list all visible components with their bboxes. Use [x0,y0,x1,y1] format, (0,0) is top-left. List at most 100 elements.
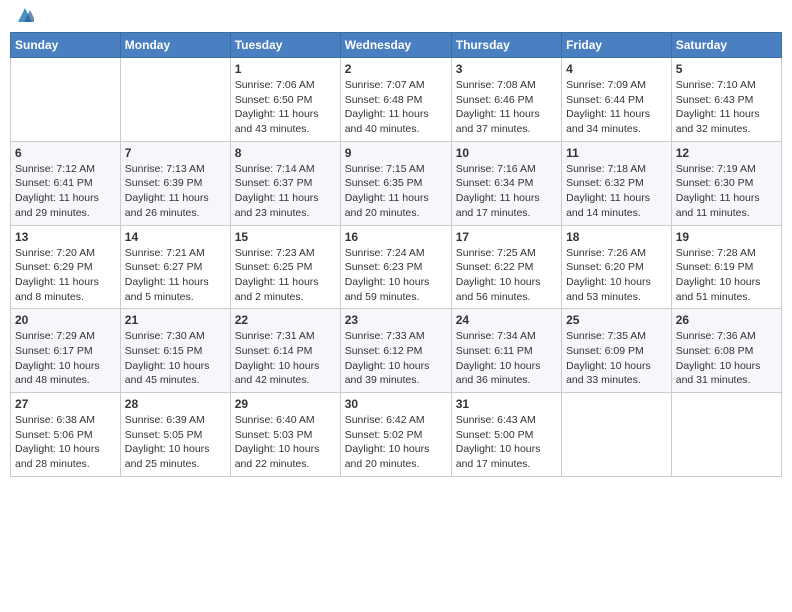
day-header-friday: Friday [562,33,672,58]
calendar-cell: 29 Sunrise: 6:40 AM Sunset: 5:03 PM Dayli… [230,393,340,477]
day-number: 14 [125,230,226,244]
calendar-cell: 13 Sunrise: 7:20 AM Sunset: 6:29 PM Dayli… [11,225,121,309]
day-info: Sunrise: 6:39 AM Sunset: 5:05 PM Dayligh… [125,413,226,472]
day-number: 4 [566,62,667,76]
day-info: Sunrise: 6:42 AM Sunset: 5:02 PM Dayligh… [345,413,447,472]
day-info: Sunrise: 7:09 AM Sunset: 6:44 PM Dayligh… [566,78,667,137]
calendar-cell: 15 Sunrise: 7:23 AM Sunset: 6:25 PM Dayli… [230,225,340,309]
day-number: 15 [235,230,336,244]
day-number: 13 [15,230,116,244]
day-info: Sunrise: 7:10 AM Sunset: 6:43 PM Dayligh… [676,78,777,137]
calendar-cell: 21Sunrise: 7:30 AM Sunset: 6:15 PM Dayli… [120,309,230,393]
day-info: Sunrise: 7:13 AM Sunset: 6:39 PM Dayligh… [125,162,226,221]
day-number: 2 [345,62,447,76]
day-number: 16 [345,230,447,244]
day-header-monday: Monday [120,33,230,58]
day-number: 20 [15,313,116,327]
calendar-cell [11,58,121,142]
calendar-cell: 20 Sunrise: 7:29 AM Sunset: 6:17 PM Dayli… [11,309,121,393]
day-number: 7 [125,146,226,160]
day-number: 26 [676,313,777,327]
day-info: Sunrise: 7:24 AM Sunset: 6:23 PM Dayligh… [345,246,447,305]
day-info: Sunrise: 7:26 AM Sunset: 6:20 PM Dayligh… [566,246,667,305]
calendar-header-row: SundayMondayTuesdayWednesdayThursdayFrid… [11,33,782,58]
day-number: 19 [676,230,777,244]
calendar-cell: 25Sunrise: 7:35 AM Sunset: 6:09 PM Dayli… [562,309,672,393]
day-number: 11 [566,146,667,160]
day-header-wednesday: Wednesday [340,33,451,58]
day-info: Sunrise: 7:15 AM Sunset: 6:35 PM Dayligh… [345,162,447,221]
day-number: 3 [456,62,557,76]
day-number: 10 [456,146,557,160]
calendar-week-1: 1 Sunrise: 7:06 AM Sunset: 6:50 PM Daylig… [11,58,782,142]
day-number: 12 [676,146,777,160]
calendar-cell: 10 Sunrise: 7:16 AM Sunset: 6:34 PM Dayli… [451,141,561,225]
day-info: Sunrise: 7:12 AM Sunset: 6:41 PM Dayligh… [15,162,116,221]
day-info: Sunrise: 7:29 AM Sunset: 6:17 PM Dayligh… [15,329,116,388]
calendar-cell: 1 Sunrise: 7:06 AM Sunset: 6:50 PM Daylig… [230,58,340,142]
calendar-week-3: 13 Sunrise: 7:20 AM Sunset: 6:29 PM Dayli… [11,225,782,309]
day-info: Sunrise: 7:20 AM Sunset: 6:29 PM Dayligh… [15,246,116,305]
calendar-cell: 28 Sunrise: 6:39 AM Sunset: 5:05 PM Dayli… [120,393,230,477]
calendar-cell: 17 Sunrise: 7:25 AM Sunset: 6:22 PM Dayli… [451,225,561,309]
day-number: 29 [235,397,336,411]
day-info: Sunrise: 7:21 AM Sunset: 6:27 PM Dayligh… [125,246,226,305]
calendar-week-4: 20 Sunrise: 7:29 AM Sunset: 6:17 PM Dayli… [11,309,782,393]
calendar-cell: 8 Sunrise: 7:14 AM Sunset: 6:37 PM Daylig… [230,141,340,225]
day-number: 6 [15,146,116,160]
day-info: Sunrise: 7:07 AM Sunset: 6:48 PM Dayligh… [345,78,447,137]
day-number: 27 [15,397,116,411]
day-number: 9 [345,146,447,160]
calendar-cell: 7 Sunrise: 7:13 AM Sunset: 6:39 PM Daylig… [120,141,230,225]
calendar-cell: 30 Sunrise: 6:42 AM Sunset: 5:02 PM Dayli… [340,393,451,477]
day-info: Sunrise: 7:06 AM Sunset: 6:50 PM Dayligh… [235,78,336,137]
day-number: 8 [235,146,336,160]
calendar-cell: 12 Sunrise: 7:19 AM Sunset: 6:30 PM Dayli… [671,141,781,225]
day-info: Sunrise: 7:19 AM Sunset: 6:30 PM Dayligh… [676,162,777,221]
calendar-cell: 19Sunrise: 7:28 AM Sunset: 6:19 PM Dayli… [671,225,781,309]
calendar-cell: 2 Sunrise: 7:07 AM Sunset: 6:48 PM Daylig… [340,58,451,142]
day-info: Sunrise: 7:18 AM Sunset: 6:32 PM Dayligh… [566,162,667,221]
day-number: 30 [345,397,447,411]
calendar-week-5: 27 Sunrise: 6:38 AM Sunset: 5:06 PM Dayli… [11,393,782,477]
calendar-cell: 5Sunrise: 7:10 AM Sunset: 6:43 PM Daylig… [671,58,781,142]
day-info: Sunrise: 7:36 AM Sunset: 6:08 PM Dayligh… [676,329,777,388]
calendar-cell: 27 Sunrise: 6:38 AM Sunset: 5:06 PM Dayli… [11,393,121,477]
calendar-cell: 31 Sunrise: 6:43 AM Sunset: 5:00 PM Dayli… [451,393,561,477]
day-info: Sunrise: 7:23 AM Sunset: 6:25 PM Dayligh… [235,246,336,305]
day-info: Sunrise: 7:31 AM Sunset: 6:14 PM Dayligh… [235,329,336,388]
day-header-saturday: Saturday [671,33,781,58]
calendar-cell: 11 Sunrise: 7:18 AM Sunset: 6:32 PM Dayli… [562,141,672,225]
calendar-cell: 14 Sunrise: 7:21 AM Sunset: 6:27 PM Dayli… [120,225,230,309]
day-number: 1 [235,62,336,76]
day-info: Sunrise: 7:25 AM Sunset: 6:22 PM Dayligh… [456,246,557,305]
day-info: Sunrise: 6:43 AM Sunset: 5:00 PM Dayligh… [456,413,557,472]
day-number: 31 [456,397,557,411]
calendar-cell [120,58,230,142]
day-number: 17 [456,230,557,244]
calendar-cell: 16 Sunrise: 7:24 AM Sunset: 6:23 PM Dayli… [340,225,451,309]
day-header-thursday: Thursday [451,33,561,58]
calendar-cell: 18Sunrise: 7:26 AM Sunset: 6:20 PM Dayli… [562,225,672,309]
calendar-cell: 22Sunrise: 7:31 AM Sunset: 6:14 PM Dayli… [230,309,340,393]
calendar-cell: 4 Sunrise: 7:09 AM Sunset: 6:44 PM Daylig… [562,58,672,142]
day-number: 28 [125,397,226,411]
calendar-week-2: 6 Sunrise: 7:12 AM Sunset: 6:41 PM Daylig… [11,141,782,225]
day-info: Sunrise: 7:33 AM Sunset: 6:12 PM Dayligh… [345,329,447,388]
logo [14,10,34,24]
day-info: Sunrise: 7:30 AM Sunset: 6:15 PM Dayligh… [125,329,226,388]
day-info: Sunrise: 7:14 AM Sunset: 6:37 PM Dayligh… [235,162,336,221]
day-info: Sunrise: 6:38 AM Sunset: 5:06 PM Dayligh… [15,413,116,472]
calendar-cell [562,393,672,477]
day-info: Sunrise: 6:40 AM Sunset: 5:03 PM Dayligh… [235,413,336,472]
calendar-cell: 26 Sunrise: 7:36 AM Sunset: 6:08 PM Dayli… [671,309,781,393]
day-info: Sunrise: 7:16 AM Sunset: 6:34 PM Dayligh… [456,162,557,221]
day-info: Sunrise: 7:34 AM Sunset: 6:11 PM Dayligh… [456,329,557,388]
logo-icon [16,6,34,24]
calendar-cell: 24 Sunrise: 7:34 AM Sunset: 6:11 PM Dayli… [451,309,561,393]
day-number: 24 [456,313,557,327]
calendar-table: SundayMondayTuesdayWednesdayThursdayFrid… [10,32,782,477]
day-header-tuesday: Tuesday [230,33,340,58]
calendar-cell: 3 Sunrise: 7:08 AM Sunset: 6:46 PM Daylig… [451,58,561,142]
day-info: Sunrise: 7:08 AM Sunset: 6:46 PM Dayligh… [456,78,557,137]
